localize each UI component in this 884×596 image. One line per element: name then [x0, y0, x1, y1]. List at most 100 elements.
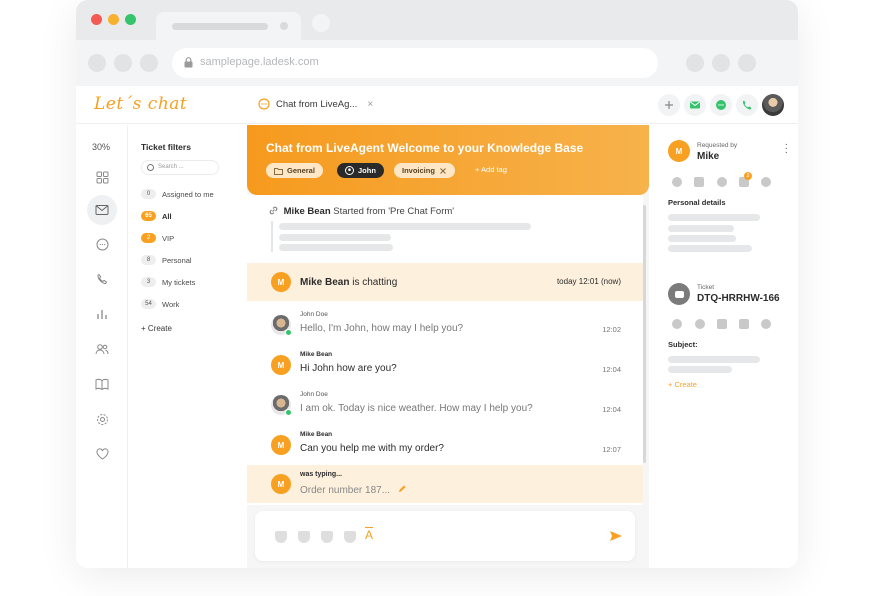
- message-author: Mike Bean: [300, 351, 333, 358]
- mail-icon[interactable]: 2: [739, 172, 752, 187]
- tag-label: John: [358, 166, 376, 175]
- knowledge-base-icon[interactable]: [90, 372, 114, 396]
- back-button[interactable]: [88, 54, 106, 72]
- filter-work[interactable]: 54 Work: [141, 297, 179, 311]
- dashboard-icon[interactable]: [90, 165, 114, 189]
- create-filter-button[interactable]: + Create: [141, 324, 172, 333]
- mail-icon[interactable]: [739, 319, 749, 329]
- avatar: M: [271, 272, 291, 292]
- message-author: Mike Bean: [300, 431, 333, 438]
- count-badge: 2: [141, 233, 156, 243]
- screen-icon[interactable]: [694, 177, 704, 187]
- profile-icon[interactable]: [672, 177, 682, 187]
- call-button[interactable]: [736, 94, 758, 116]
- requester-avatar: M: [668, 140, 690, 162]
- placeholder-line: [279, 223, 531, 230]
- settings-icon[interactable]: [90, 407, 114, 431]
- avatar: M: [271, 435, 291, 455]
- navigation-rail: 30%: [76, 125, 128, 568]
- chat-title: Chat from LiveAgent Welcome to your Know…: [266, 141, 584, 155]
- attach-icon[interactable]: [275, 531, 287, 543]
- add-tag-button[interactable]: + Add tag: [475, 165, 507, 174]
- emoji-icon[interactable]: [717, 177, 727, 187]
- filter-my-tickets[interactable]: 3 My tickets: [141, 275, 195, 289]
- tag-label: General: [287, 166, 315, 175]
- chat-header: Chat from LiveAgent Welcome to your Know…: [247, 125, 649, 195]
- count-badge: 54: [141, 299, 156, 309]
- chat-bubble-icon: [258, 98, 270, 110]
- ticket-filters-panel: Ticket filters Search ... 0 Assigned to …: [129, 125, 247, 568]
- emoji-icon[interactable]: [695, 319, 705, 329]
- more-options-icon[interactable]: · · ·: [785, 140, 788, 158]
- online-indicator: [285, 409, 292, 416]
- message-composer[interactable]: A: [255, 511, 635, 561]
- tag-john[interactable]: John: [337, 163, 384, 178]
- screen-icon[interactable]: [717, 319, 727, 329]
- filters-title: Ticket filters: [141, 142, 191, 152]
- new-tab-button[interactable]: [312, 14, 330, 32]
- conversation-tab[interactable]: Chat from LiveAg... ×: [258, 98, 373, 110]
- link-icon[interactable]: [761, 177, 771, 187]
- inbox-icon[interactable]: [87, 195, 117, 225]
- chatting-name: Mike Bean: [300, 277, 350, 288]
- placeholder-line: [668, 366, 732, 373]
- personal-details-heading: Personal details: [668, 198, 726, 207]
- chat-button[interactable]: [710, 94, 732, 116]
- filter-vip[interactable]: 2 VIP: [141, 231, 174, 245]
- message-list: Mike Bean Started from 'Pre Chat Form' M…: [247, 195, 643, 505]
- remove-tag-icon[interactable]: [439, 167, 447, 175]
- text-format-icon[interactable]: A: [365, 527, 374, 542]
- filter-all[interactable]: 65 All: [141, 209, 172, 223]
- reports-icon[interactable]: [90, 302, 114, 326]
- link-icon: [269, 206, 278, 215]
- heart-icon[interactable]: [90, 442, 114, 466]
- close-tab-icon[interactable]: [280, 22, 288, 30]
- close-window-button[interactable]: [91, 14, 102, 25]
- filter-search-input[interactable]: Search ...: [141, 160, 219, 175]
- address-bar[interactable]: samplepage.ladesk.com: [172, 48, 658, 78]
- add-button[interactable]: [658, 94, 680, 116]
- ticket-label: Ticket: [697, 284, 715, 291]
- create-button[interactable]: + Create: [668, 380, 697, 389]
- alarm-icon[interactable]: [761, 319, 771, 329]
- contacts-icon[interactable]: [90, 337, 114, 361]
- phone-icon[interactable]: [90, 267, 114, 291]
- reload-button[interactable]: [140, 54, 158, 72]
- canned-message-icon[interactable]: [321, 531, 333, 543]
- profile-icon[interactable]: [672, 319, 682, 329]
- forward-button[interactable]: [114, 54, 132, 72]
- minimize-window-button[interactable]: [108, 14, 119, 25]
- chat-icon[interactable]: [90, 232, 114, 256]
- send-icon[interactable]: [609, 529, 623, 543]
- maximize-window-button[interactable]: [125, 14, 136, 25]
- tag-general[interactable]: General: [266, 163, 323, 178]
- chat-panel: Chat from LiveAgent Welcome to your Know…: [247, 125, 649, 568]
- count-badge: 65: [141, 211, 156, 221]
- filter-assigned-to-me[interactable]: 0 Assigned to me: [141, 187, 214, 201]
- chatting-text: is chatting: [352, 277, 398, 288]
- emoji-icon[interactable]: [298, 531, 310, 543]
- message-time: 12:04: [602, 365, 621, 374]
- avatar: [271, 315, 292, 336]
- browser-window: samplepage.ladesk.com Let´s chat Chat fr…: [76, 0, 798, 568]
- message-scrollbar[interactable]: [643, 205, 646, 463]
- typing-label: was typing...: [300, 471, 343, 478]
- knowledge-icon[interactable]: [344, 531, 356, 543]
- chatting-time: today 12:01 (now): [556, 277, 621, 286]
- requester-name: Mike: [697, 151, 720, 162]
- extension-button[interactable]: [712, 54, 730, 72]
- typing-text: Order number 187...: [300, 485, 391, 496]
- user-avatar[interactable]: [762, 94, 784, 116]
- tag-invoicing[interactable]: Invoicing: [394, 163, 455, 178]
- message-time: 12:07: [602, 445, 621, 454]
- email-button[interactable]: [684, 94, 706, 116]
- extension-button[interactable]: [686, 54, 704, 72]
- close-tab-icon[interactable]: ×: [367, 99, 373, 110]
- filter-personal[interactable]: 8 Personal: [141, 253, 192, 267]
- message-text: Hi John how are you?: [300, 363, 397, 374]
- filter-label: My tickets: [162, 277, 196, 287]
- menu-button[interactable]: [738, 54, 756, 72]
- avatar: M: [271, 474, 291, 494]
- message-text: Can you help me with my order?: [300, 443, 444, 454]
- browser-tab[interactable]: [156, 12, 301, 40]
